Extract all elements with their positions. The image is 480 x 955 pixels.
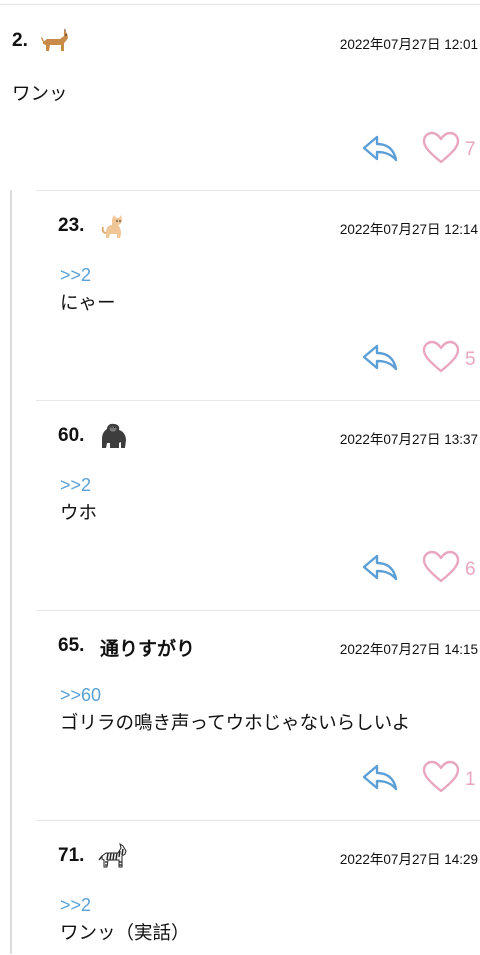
post-header: 65. 通りすがり 2022年07月27日 14:15 <box>58 631 480 663</box>
reply-23: 23. 2022年07月27日 12:14 >>2 にゃー 5 <box>36 190 480 401</box>
heart-icon[interactable] <box>422 131 460 165</box>
heart-icon[interactable] <box>422 550 460 584</box>
like-count: 5 <box>465 349 476 370</box>
post-2: 2. 2022年07月27日 12:01 ワンッ 7 <box>0 0 480 190</box>
reply-60: 60. 2022年07月27日 13:37 >>2 ウホ 6 <box>36 400 480 611</box>
reply-anchor-link[interactable]: >>60 <box>60 685 101 706</box>
reply-icon[interactable] <box>360 341 400 373</box>
poster-name: 通りすがり <box>100 639 196 660</box>
post-header: 71. 2022年07月27日 14:29 <box>58 841 480 873</box>
heart-icon[interactable] <box>422 340 460 374</box>
post-header: 23. 2022年07月27日 12:14 <box>58 211 480 243</box>
post-timestamp: 2022年07月27日 12:14 <box>339 222 478 237</box>
reply-anchor-link[interactable]: >>2 <box>60 265 91 286</box>
like-count: 6 <box>465 559 476 580</box>
post-timestamp: 2022年07月27日 13:37 <box>339 432 478 447</box>
post-number: 65. <box>58 635 85 656</box>
dog-icon <box>41 28 68 51</box>
post-number: 71. <box>58 845 85 866</box>
post-header: 60. 2022年07月27日 13:37 <box>58 421 480 453</box>
post-number: 23. <box>58 215 85 236</box>
post-timestamp: 2022年07月27日 12:01 <box>339 37 478 52</box>
cat-icon <box>101 215 122 238</box>
post-text: ワンッ <box>12 83 68 104</box>
post-timestamp: 2022年07月27日 14:15 <box>339 642 478 657</box>
like-count: 7 <box>465 139 476 160</box>
reply-icon[interactable] <box>360 132 400 164</box>
reply-icon[interactable] <box>360 551 400 583</box>
post-text: にゃー <box>60 292 116 313</box>
gorilla-icon <box>102 423 126 448</box>
reply-anchor-link[interactable]: >>2 <box>60 475 91 496</box>
post-number: 2. <box>12 30 28 51</box>
reply-icon[interactable] <box>360 761 400 793</box>
like-count: 1 <box>465 769 476 790</box>
zebra-icon <box>98 842 127 868</box>
post-text: ウホ <box>60 502 98 523</box>
reply-anchor-link[interactable]: >>2 <box>60 895 91 916</box>
reply-71: 71. 2022年07月27日 14:29 >>2 ワンッ（実話） <box>36 820 480 955</box>
thread-line <box>10 190 12 954</box>
reply-65: 65. 通りすがり 2022年07月27日 14:15 >>60 ゴリラの鳴き声… <box>36 610 480 821</box>
post-text: ゴリラの鳴き声ってウホじゃないらしいよ <box>60 712 411 733</box>
post-timestamp: 2022年07月27日 14:29 <box>339 852 478 867</box>
heart-icon[interactable] <box>422 760 460 794</box>
post-text: ワンッ（実話） <box>60 922 190 943</box>
post-number: 60. <box>58 425 85 446</box>
post-header: 2. 2022年07月27日 12:01 <box>12 26 480 58</box>
